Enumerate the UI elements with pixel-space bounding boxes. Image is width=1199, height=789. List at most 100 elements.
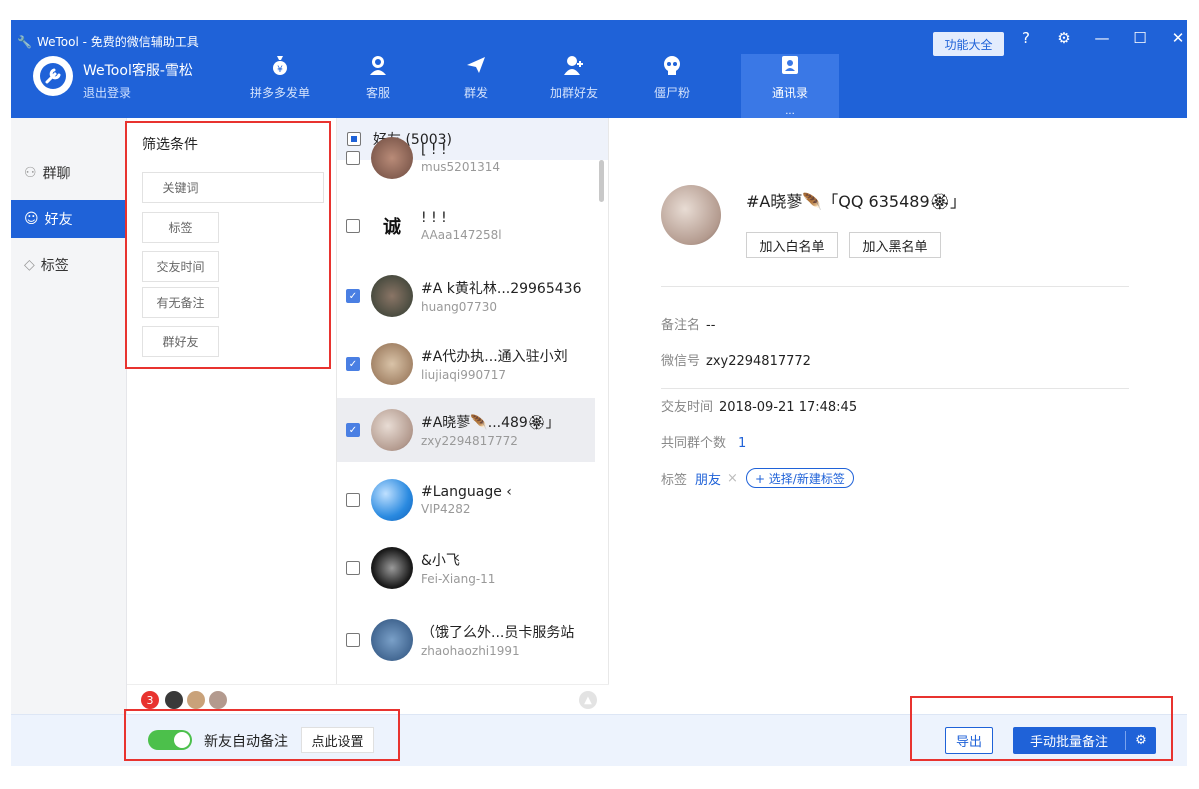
tag-icon: ◇ xyxy=(24,257,35,273)
sidebar-item-label: 群聊 xyxy=(42,166,71,182)
whitelist-button[interactable]: 加入白名单 xyxy=(746,232,838,258)
all-features-button[interactable]: 功能大全 xyxy=(933,32,1004,56)
avatar xyxy=(371,619,413,661)
list-item[interactable]: &小飞 Fei-Xiang-11 xyxy=(337,536,595,600)
wechat-label: 微信号 xyxy=(661,354,701,369)
avatar xyxy=(371,409,413,451)
header-bar: 🔧 WeTool - 免费的微信辅助工具 WeTool客服-雪松 退出登录 ¥ … xyxy=(11,20,1187,118)
send-icon xyxy=(466,54,486,76)
tag-label: 标签 xyxy=(661,472,688,488)
avatar xyxy=(371,479,413,521)
user-name: WeTool客服-雪松 xyxy=(83,63,193,79)
row-checkbox[interactable] xyxy=(346,561,360,575)
groups-label: 共同群个数 xyxy=(661,436,727,451)
tab-label: 加群好友 xyxy=(549,86,598,100)
tab-pinduoduo[interactable]: ¥ 拼多多发单 xyxy=(231,54,329,118)
list-item[interactable]: #Language ‹ VIP4282 xyxy=(337,468,595,532)
contact-id: AAaa147258l xyxy=(421,228,502,242)
wechat-id-row: 微信号 zxy2294817772 xyxy=(661,350,811,369)
scroll-up-icon[interactable]: ▲ xyxy=(579,691,597,709)
avatar[interactable] xyxy=(33,56,73,96)
row-checkbox[interactable]: ✓ xyxy=(346,289,360,303)
avatar xyxy=(209,691,227,709)
avatar xyxy=(371,137,413,179)
contact-id: Fei-Xiang-11 xyxy=(421,572,496,586)
more-icon[interactable]: ... xyxy=(785,106,795,117)
sidebar-item-tags[interactable]: ◇ 标签 xyxy=(11,246,127,284)
app-title-text: WeTool - 免费的微信辅助工具 xyxy=(36,35,199,49)
row-checkbox[interactable] xyxy=(346,493,360,507)
avatar: 诚 xyxy=(371,205,413,247)
contact-name: [ ! ! xyxy=(421,142,447,158)
blacklist-button[interactable]: 加入黑名单 xyxy=(849,232,941,258)
row-checkbox[interactable] xyxy=(346,219,360,233)
contact-name: #A晓蓼🪶...489🏵」 xyxy=(421,415,560,431)
groups-value[interactable]: 1 xyxy=(738,436,746,451)
settings-icon[interactable]: ⚙ xyxy=(1056,29,1072,47)
list-item[interactable]: ✓ #A晓蓼🪶...489🏵」 zxy2294817772 xyxy=(337,398,595,462)
row-checkbox[interactable]: ✓ xyxy=(346,423,360,437)
contact-detail: #A晓蓼🪶「QQ 635489🏵」 加入白名单 加入黑名单 备注名 -- 微信号 z… xyxy=(609,118,1187,714)
avatar xyxy=(165,691,183,709)
contact-name: #Language ‹ xyxy=(421,484,512,500)
logout-link[interactable]: 退出登录 xyxy=(83,84,131,101)
add-tag-button[interactable]: + 选择/新建标签 xyxy=(745,468,854,488)
tab-service[interactable]: 客服 xyxy=(329,54,427,118)
avatar xyxy=(187,691,205,709)
tab-zombie-fans[interactable]: 僵尸粉 xyxy=(623,54,721,118)
remark-row: 备注名 -- xyxy=(661,314,715,333)
tab-label: 群发 xyxy=(463,86,488,100)
svg-text:¥: ¥ xyxy=(277,65,283,75)
headset-icon xyxy=(369,54,387,76)
close-icon[interactable]: ✕ xyxy=(1170,29,1186,47)
contact-id: liujiaqi990717 xyxy=(421,368,507,382)
contact-id: huang07730 xyxy=(421,300,497,314)
wrench-logo-icon xyxy=(40,63,66,89)
skull-icon xyxy=(663,54,681,76)
row-checkbox[interactable]: ✓ xyxy=(346,357,360,371)
add-user-icon xyxy=(564,54,584,76)
tags-row: 标签 朋友 × + 选择/新建标签 xyxy=(661,468,854,488)
list-item[interactable]: 诚 ! ! ! AAaa147258l xyxy=(337,194,595,258)
list-scrollbar[interactable] xyxy=(599,160,604,202)
contact-name: #A代办执...通入驻小刘 xyxy=(421,349,568,365)
list-item[interactable]: （饿了么外...员卡服务站 zhaohaozhi1991 xyxy=(337,608,595,672)
highlight-box-filter xyxy=(125,121,331,369)
maximize-icon[interactable]: ☐ xyxy=(1132,29,1148,47)
tag-chip[interactable]: 朋友 xyxy=(695,469,721,488)
sidebar-item-group-chat[interactable]: ⚇ 群聊 xyxy=(11,154,127,192)
group-icon: ⚇ xyxy=(24,165,37,181)
sidebar-item-label: 标签 xyxy=(40,258,69,274)
highlight-box-batch xyxy=(910,696,1173,761)
list-item[interactable]: ✓ #A k黄礼林...29965436 huang07730 xyxy=(337,264,595,328)
tab-label: 拼多多发单 xyxy=(249,86,310,100)
time-value: 2018-09-21 17:48:45 xyxy=(719,400,858,415)
list-item[interactable]: ✓ #A代办执...通入驻小刘 liujiaqi990717 xyxy=(337,332,595,396)
friend-time-row: 交友时间 2018-09-21 17:48:45 xyxy=(661,396,857,415)
tab-label: 通讯录 xyxy=(771,86,808,100)
common-groups-row: 共同群个数 1 xyxy=(661,432,746,451)
user-icon: ☺ xyxy=(24,211,39,227)
contact-id: mus5201314 xyxy=(421,160,500,174)
tag-remove-icon[interactable]: × xyxy=(727,471,738,486)
remark-label: 备注名 xyxy=(661,318,701,333)
tab-add-group-friends[interactable]: 加群好友 xyxy=(525,54,623,118)
highlight-box-auto-remark xyxy=(124,709,400,761)
wechat-value: zxy2294817772 xyxy=(706,354,811,369)
row-checkbox[interactable] xyxy=(346,633,360,647)
avatar xyxy=(371,275,413,317)
tab-label: 僵尸粉 xyxy=(653,86,690,100)
time-label: 交友时间 xyxy=(661,400,714,415)
tab-contacts[interactable]: 通讯录 ... xyxy=(741,54,839,118)
wrench-icon: 🔧 xyxy=(17,34,32,49)
sidebar-item-friends[interactable]: ☺ 好友 xyxy=(11,200,127,238)
selected-count-badge: 3 xyxy=(141,691,159,709)
help-icon[interactable]: ? xyxy=(1018,29,1034,47)
row-checkbox[interactable] xyxy=(346,151,360,165)
minimize-icon[interactable]: — xyxy=(1094,29,1110,47)
contact-id: zhaohaozhi1991 xyxy=(421,644,520,658)
contact-name: &小飞 xyxy=(421,553,460,569)
contact-detail-name: #A晓蓼🪶「QQ 635489🏵」 xyxy=(746,192,966,211)
list-item[interactable]: [ ! ! mus5201314 xyxy=(337,136,595,180)
tab-broadcast[interactable]: 群发 xyxy=(427,54,525,118)
